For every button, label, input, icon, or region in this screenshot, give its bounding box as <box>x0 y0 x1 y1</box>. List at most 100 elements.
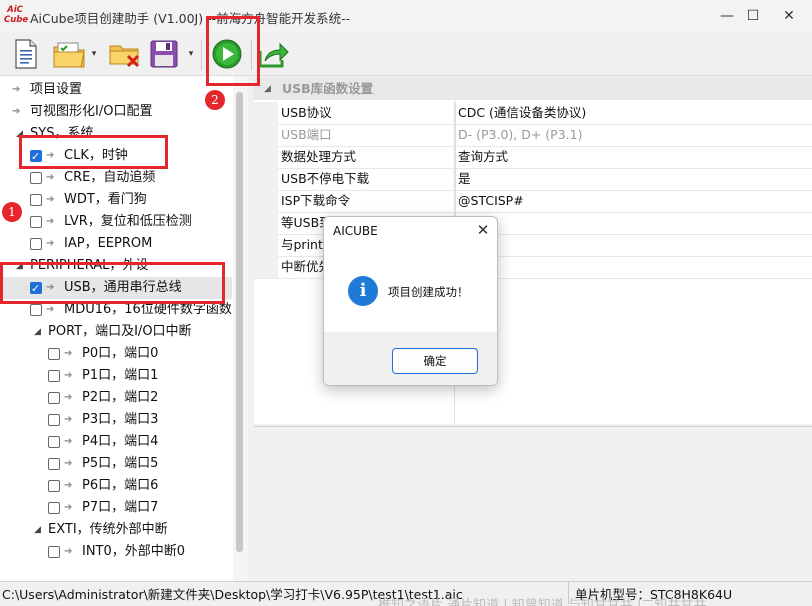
tree-item-label: P4口，端口4 <box>82 434 159 449</box>
property-row-gutter <box>254 190 278 212</box>
enable-checkbox[interactable] <box>48 370 60 382</box>
delete-project-button[interactable] <box>106 36 144 72</box>
tree-item[interactable]: ➔ P3口，端口3 <box>0 409 232 431</box>
tree-item-label: P7口，端口7 <box>82 500 159 515</box>
tree-item-label: 可视图形化I/O口配置 <box>30 104 153 119</box>
property-row-gutter <box>254 168 278 190</box>
enable-checkbox[interactable] <box>48 546 60 558</box>
tree-item[interactable]: ➔ P6口，端口6 <box>0 475 232 497</box>
open-dropdown-chevron-icon[interactable]: ▾ <box>89 46 99 62</box>
annotation-badge-2: 2 <box>205 90 225 110</box>
arrow-icon: ➔ <box>64 392 73 403</box>
enable-checkbox[interactable] <box>30 304 42 316</box>
tree-item[interactable]: ➔ CRE，自动追频 <box>0 167 232 189</box>
arrow-icon: ➔ <box>64 436 73 447</box>
dialog-message: 项目创建成功！ <box>388 285 469 299</box>
arrow-icon: ➔ <box>46 172 55 183</box>
new-document-button[interactable] <box>8 36 44 72</box>
tree-item[interactable]: ➔ 可视图形化I/O口配置 <box>0 101 232 123</box>
enable-checkbox[interactable] <box>48 458 60 470</box>
tree-item-label: CRE，自动追频 <box>64 170 156 185</box>
arrow-icon: ➔ <box>12 84 21 95</box>
enable-checkbox[interactable] <box>30 238 42 250</box>
collapse-triangle-icon[interactable]: ◢ <box>34 321 41 343</box>
open-project-button[interactable] <box>50 36 88 72</box>
window-title: AiCube项目创建助手 (V1.00J) --前海方舟智能开发系统-- <box>30 11 351 26</box>
arrow-icon: ➔ <box>46 216 55 227</box>
property-description-pane <box>254 426 812 580</box>
annotation-box-clk <box>19 135 168 169</box>
property-group-header[interactable]: ◢ USB库函数设置 <box>254 78 812 100</box>
dialog-close-icon[interactable]: ✕ <box>474 221 492 239</box>
arrow-icon: ➔ <box>64 502 73 513</box>
enable-checkbox[interactable] <box>48 392 60 404</box>
tree-item-label: INT0，外部中断0 <box>82 544 186 559</box>
collapse-triangle-icon[interactable]: ◢ <box>34 519 41 541</box>
property-row[interactable]: USB端口 D- (P3.0), D+ (P3.1) <box>254 124 812 147</box>
tree-item[interactable]: ➔ INT0，外部中断0 <box>0 541 232 563</box>
property-value[interactable]: D- (P3.0), D+ (P3.1) <box>458 124 582 146</box>
tree-item[interactable]: ◢ PORT，端口及I/O口中断 <box>0 321 232 343</box>
tree-item-label: 项目设置 <box>30 82 83 97</box>
save-dropdown-chevron-icon[interactable]: ▾ <box>186 46 196 62</box>
tree-item[interactable]: ➔ P7口，端口7 <box>0 497 232 519</box>
ok-button[interactable]: 确定 <box>392 348 478 374</box>
property-row[interactable]: USB协议 CDC (通信设备类协议) <box>254 102 812 125</box>
property-name: USB不停电下载 <box>280 168 456 190</box>
arrow-icon: ➔ <box>64 370 73 381</box>
tree-item[interactable]: ➔ P2口，端口2 <box>0 387 232 409</box>
tree-scrollbar-thumb[interactable] <box>236 92 243 552</box>
tree-item-label: IAP，EEPROM <box>64 236 153 251</box>
arrow-icon: ➔ <box>64 480 73 491</box>
arrow-icon: ➔ <box>64 414 73 425</box>
toolbar-separator <box>201 40 202 70</box>
property-value[interactable]: @STCISP# <box>458 190 524 212</box>
dialog-title: AICUBE <box>333 224 378 238</box>
property-row-gutter <box>254 124 278 146</box>
arrow-icon: ➔ <box>46 194 55 205</box>
arrow-icon: ➔ <box>64 546 73 557</box>
tree-item[interactable]: ◢ EXTI，传统外部中断 <box>0 519 232 541</box>
tree-item-label: PORT，端口及I/O口中断 <box>48 324 192 339</box>
enable-checkbox[interactable] <box>48 502 60 514</box>
enable-checkbox[interactable] <box>48 414 60 426</box>
property-row[interactable]: 数据处理方式 查询方式 <box>254 146 812 169</box>
property-row-gutter <box>254 234 278 256</box>
property-value[interactable]: 查询方式 <box>458 146 508 168</box>
enable-checkbox[interactable] <box>30 194 42 206</box>
background-window-text: 推知之语片 通片知道 | 知曾知道 与知甘甘共 |二知共甘共 <box>378 598 707 606</box>
enable-checkbox[interactable] <box>48 436 60 448</box>
property-value[interactable]: 是 <box>458 168 471 190</box>
tree-item[interactable]: ➔ P4口，端口4 <box>0 431 232 453</box>
property-value[interactable]: CDC (通信设备类协议) <box>458 102 586 124</box>
tree-item[interactable]: ➔ P1口，端口1 <box>0 365 232 387</box>
tree-item[interactable]: ➔ IAP，EEPROM <box>0 233 232 255</box>
export-button[interactable] <box>255 36 291 72</box>
property-row[interactable]: ISP下载命令 @STCISP# <box>254 190 812 213</box>
arrow-icon: ➔ <box>64 348 73 359</box>
new-document-icon <box>15 39 37 69</box>
save-button[interactable] <box>146 36 182 72</box>
tree-item[interactable]: ➔ LVR，复位和低压检测 <box>0 211 232 233</box>
tree-item[interactable]: ➔ P0口，端口0 <box>0 343 232 365</box>
tree-item[interactable]: ➔ P5口，端口5 <box>0 453 232 475</box>
property-group-title: USB库函数设置 <box>282 81 374 96</box>
property-name: ISP下载命令 <box>280 190 456 212</box>
arrow-icon: ➔ <box>12 106 21 117</box>
property-name: 数据处理方式 <box>280 146 456 168</box>
tree-item[interactable]: ➔ 项目设置 <box>0 79 232 101</box>
enable-checkbox[interactable] <box>48 480 60 492</box>
tree-item-label: P3口，端口3 <box>82 412 159 427</box>
property-row[interactable]: USB不停电下载是 <box>254 168 812 191</box>
close-window-button[interactable]: ✕ <box>766 0 812 32</box>
collapse-group-icon[interactable]: ◢ <box>264 78 271 100</box>
annotation-badge-1: 1 <box>2 202 22 222</box>
enable-checkbox[interactable] <box>30 172 42 184</box>
tree-item-label: P2口，端口2 <box>82 390 159 405</box>
tree-item-label: P5口，端口5 <box>82 456 159 471</box>
enable-checkbox[interactable] <box>48 348 60 360</box>
tree-item[interactable]: ➔ WDT，看门狗 <box>0 189 232 211</box>
enable-checkbox[interactable] <box>30 216 42 228</box>
tree-item-label: P0口，端口0 <box>82 346 159 361</box>
tree-item-label: P6口，端口6 <box>82 478 159 493</box>
